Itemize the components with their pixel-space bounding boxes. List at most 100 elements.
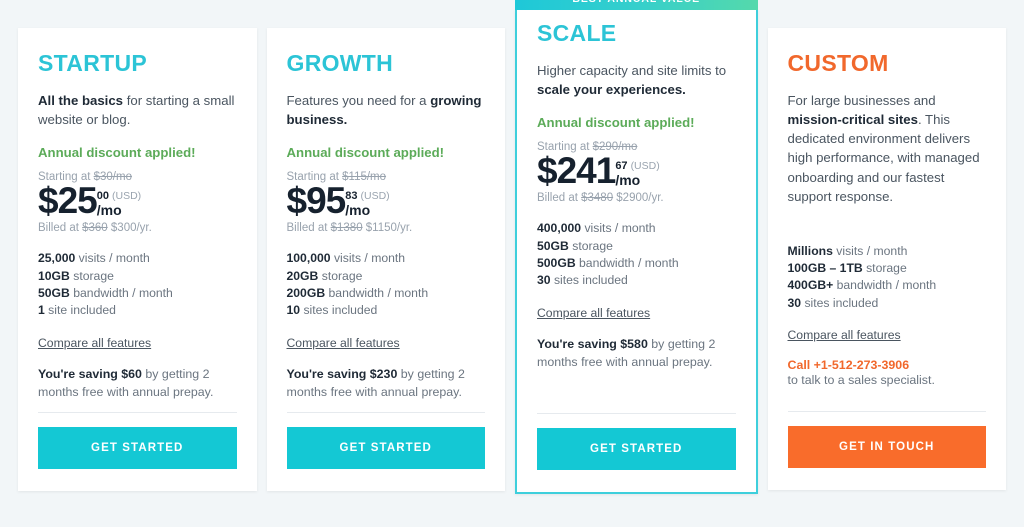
feature-label: storage	[568, 238, 613, 253]
feature-item: 10GB storage	[38, 268, 237, 285]
tagline-rest: For large businesses and	[787, 93, 936, 108]
plan-title-scale: SCALE	[537, 20, 617, 46]
savings-note-scale: You're saving $580 by getting 2 months f…	[537, 336, 736, 372]
feature-item: 1 site included	[38, 302, 237, 319]
feature-value: 50GB	[537, 238, 569, 253]
billed-annually-startup: Billed at $360 $300/yr.	[38, 222, 237, 234]
price-dollars: $241	[537, 150, 616, 192]
price-cents: 67	[615, 160, 628, 173]
billed-annually-growth: Billed at $1380 $1150/yr.	[287, 222, 486, 234]
feature-label: bandwidth / month	[833, 278, 937, 293]
compare-all-features-link-scale[interactable]: Compare all features	[537, 306, 736, 320]
feature-value: 100GB – 1TB	[787, 261, 863, 276]
feature-value: 100,000	[286, 251, 331, 266]
plan-tagline-scale: Higher capacity and site limits to scale…	[537, 61, 736, 99]
get-started-button-growth[interactable]: GET STARTED	[286, 426, 485, 469]
billed-current: $1150/yr.	[362, 222, 413, 235]
compare-all-features-link-growth[interactable]: Compare all features	[287, 336, 486, 350]
feature-label: sites included	[300, 303, 378, 318]
feature-item: 50GB storage	[537, 238, 736, 255]
plan-title-custom: CUSTOM	[787, 50, 889, 76]
feature-label: visits / month	[581, 221, 656, 236]
price-display-growth: $95 83 (USD) /mo	[286, 180, 486, 222]
feature-label: bandwidth / month	[69, 285, 173, 300]
feature-label: storage	[69, 268, 114, 283]
savings-amount: You're saving $580	[537, 336, 648, 351]
plan-tagline-startup: All the basics for starting a small webs…	[38, 91, 237, 129]
feature-label: storage	[862, 261, 907, 276]
price-display-scale: $241 67 (USD) /mo	[537, 150, 736, 192]
feature-value: 30	[787, 295, 802, 310]
feature-item: 400GB+ bandwidth / month	[788, 277, 987, 294]
tagline-rest: Higher capacity and site limits to	[537, 63, 727, 78]
feature-item: 20GB storage	[287, 268, 486, 285]
price-period: /mo	[96, 202, 122, 219]
price-dollars: $95	[286, 180, 347, 222]
divider	[787, 411, 986, 413]
pricing-card-scale: BEST ANNUAL VALUE SCALE Higher capacity …	[515, 0, 758, 494]
feature-label: sites included	[550, 273, 628, 288]
feature-value: 20GB	[286, 268, 319, 283]
feature-value: 30	[537, 273, 551, 288]
get-started-button-scale[interactable]: GET STARTED	[537, 428, 736, 470]
feature-label: visits / month	[832, 243, 908, 258]
feature-value: 50GB	[38, 285, 70, 300]
feature-item: 25,000 visits / month	[38, 250, 237, 267]
compare-all-features-link-startup[interactable]: Compare all features	[38, 336, 237, 350]
feature-item: 400,000 visits / month	[537, 220, 736, 237]
billed-prefix: Billed at	[537, 192, 582, 205]
sales-phone-subtext: to talk to a sales specialist.	[787, 373, 935, 388]
feature-value: 25,000	[38, 251, 76, 266]
feature-value: 10GB	[38, 268, 70, 283]
divider	[537, 413, 736, 414]
annual-discount-note-startup: Annual discount applied!	[38, 145, 196, 161]
starting-original-price: $115/mo	[342, 171, 387, 184]
feature-item: 200GB bandwidth / month	[287, 285, 486, 302]
billed-original: $3480	[581, 192, 614, 205]
pricing-card-growth: GROWTH Features you need for a growing b…	[266, 28, 505, 491]
feature-value: 10	[286, 303, 301, 318]
pricing-card-startup: STARTUP All the basics for starting a sm…	[18, 28, 257, 491]
plan-tagline-growth: Features you need for a growing business…	[287, 91, 486, 129]
billed-annually-scale: Billed at $3480 $2900/yr.	[537, 192, 736, 204]
divider	[38, 411, 237, 413]
billed-current: $2900/yr.	[613, 192, 664, 205]
price-dollars: $25	[38, 180, 98, 222]
tagline-emphasis: All the basics	[38, 93, 124, 108]
price-period: /mo	[345, 202, 371, 219]
divider	[286, 411, 485, 413]
pricing-plans-grid: STARTUP All the basics for starting a sm…	[0, 0, 1024, 527]
feature-label: visits / month	[330, 251, 406, 266]
savings-amount: You're saving $230	[286, 366, 398, 381]
get-started-button-startup[interactable]: GET STARTED	[38, 426, 237, 469]
annual-discount-note-scale: Annual discount applied!	[537, 115, 695, 131]
billed-prefix: Billed at	[286, 222, 331, 235]
sales-phone-link[interactable]: Call +1-512-273-3906	[788, 358, 987, 372]
billed-original: $360	[82, 222, 108, 235]
feature-list-startup: 25,000 visits / month 10GB storage 50GB …	[38, 250, 237, 319]
best-annual-value-ribbon: BEST ANNUAL VALUE	[515, 0, 758, 10]
price-currency: (USD)	[360, 190, 390, 203]
feature-item: 100,000 visits / month	[287, 250, 486, 267]
price-cents: 83	[345, 190, 358, 203]
get-in-touch-button-custom[interactable]: GET IN TOUCH	[787, 426, 986, 469]
savings-note-startup: You're saving $60 by getting 2 months fr…	[38, 366, 237, 402]
feature-label: sites included	[801, 295, 879, 310]
billed-current: $300/yr.	[107, 222, 152, 235]
plan-title-startup: STARTUP	[38, 50, 148, 76]
tagline-rest: Features you need for a	[286, 93, 431, 108]
price-display-startup: $25 00 (USD) /mo	[38, 180, 237, 222]
feature-item: 100GB – 1TB storage	[788, 260, 987, 277]
feature-label: storage	[318, 268, 363, 283]
compare-all-features-link-custom[interactable]: Compare all features	[788, 328, 987, 342]
feature-value: 1	[38, 303, 45, 318]
feature-value: 400,000	[537, 221, 582, 236]
price-currency: (USD)	[630, 160, 660, 173]
feature-item: 500GB bandwidth / month	[537, 255, 736, 272]
plan-title-growth: GROWTH	[286, 50, 394, 76]
feature-list-scale: 400,000 visits / month 50GB storage 500G…	[537, 220, 736, 289]
